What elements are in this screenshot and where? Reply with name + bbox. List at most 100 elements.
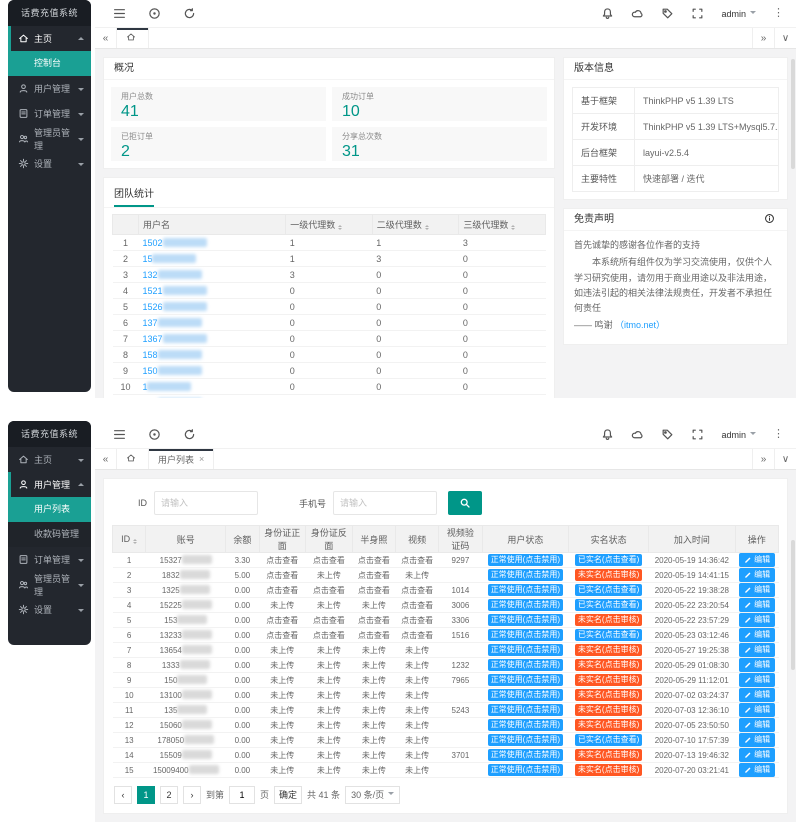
- jump-confirm-button[interactable]: 确定: [274, 786, 302, 804]
- phone-input[interactable]: [333, 491, 437, 515]
- tabs-scroll-right[interactable]: »: [752, 28, 774, 48]
- edit-button[interactable]: 编辑: [739, 733, 775, 747]
- tabs-menu[interactable]: ∨: [774, 28, 796, 48]
- clear-cache-icon[interactable]: [148, 7, 161, 20]
- tabs-scroll-left[interactable]: «: [95, 28, 117, 48]
- user-status-badge[interactable]: 正常使用(点击禁用): [488, 674, 563, 686]
- user-status-badge[interactable]: 正常使用(点击禁用): [488, 614, 563, 626]
- cloud-icon[interactable]: [631, 7, 644, 20]
- tab-home[interactable]: [117, 28, 149, 48]
- page-number[interactable]: 2: [160, 786, 178, 804]
- realname-status-badge[interactable]: 已实名(点击查看): [575, 554, 642, 566]
- username-link[interactable]: 150: [142, 366, 157, 376]
- half-photo-cell[interactable]: 点击查看: [352, 553, 395, 568]
- realname-status-badge[interactable]: 未实名(点击审核): [575, 569, 642, 581]
- more-icon[interactable]: ⋮: [773, 428, 784, 441]
- half-photo-cell[interactable]: 点击查看: [352, 613, 395, 628]
- edit-button[interactable]: 编辑: [739, 673, 775, 687]
- scrollbar[interactable]: [791, 59, 795, 169]
- user-status-badge[interactable]: 正常使用(点击禁用): [488, 659, 563, 671]
- sortable-column-header[interactable]: ID: [113, 526, 146, 553]
- user-status-badge[interactable]: 正常使用(点击禁用): [488, 704, 563, 716]
- user-status-badge[interactable]: 正常使用(点击禁用): [488, 734, 563, 746]
- video-cell[interactable]: 点击查看: [396, 553, 439, 568]
- realname-status-badge[interactable]: 已实名(点击查看): [575, 734, 642, 746]
- sortable-column-header[interactable]: 二级代理数: [372, 215, 459, 235]
- sort-icon[interactable]: [338, 225, 342, 230]
- half-photo-cell[interactable]: 点击查看: [352, 628, 395, 643]
- idcard-back-cell[interactable]: 点击查看: [306, 553, 353, 568]
- sidebar-item[interactable]: 设置: [8, 151, 91, 176]
- tab-close-icon[interactable]: ×: [199, 454, 204, 464]
- sort-icon[interactable]: [425, 225, 429, 230]
- sidebar-item[interactable]: 用户管理: [8, 76, 91, 101]
- edit-button[interactable]: 编辑: [739, 583, 775, 597]
- clear-cache-icon[interactable]: [148, 428, 161, 441]
- tabs-scroll-left[interactable]: «: [95, 449, 117, 469]
- cloud-icon[interactable]: [631, 428, 644, 441]
- username-link[interactable]: 137: [142, 318, 157, 328]
- menu-fold-icon[interactable]: [113, 428, 126, 441]
- realname-status-badge[interactable]: 未实名(点击审核): [575, 689, 642, 701]
- menu-fold-icon[interactable]: [113, 7, 126, 20]
- user-status-badge[interactable]: 正常使用(点击禁用): [488, 584, 563, 596]
- disclaimer-link[interactable]: （itmo.net）: [615, 320, 665, 330]
- sidebar-item[interactable]: 主页: [8, 447, 91, 472]
- tab-user-list[interactable]: 用户列表 ×: [149, 449, 214, 469]
- video-cell[interactable]: 点击查看: [396, 598, 439, 613]
- idcard-back-cell[interactable]: 点击查看: [306, 628, 353, 643]
- idcard-back-cell[interactable]: 点击查看: [306, 583, 353, 598]
- idcard-front-cell[interactable]: 点击查看: [259, 583, 306, 598]
- video-cell[interactable]: 点击查看: [396, 628, 439, 643]
- realname-status-badge[interactable]: 未实名(点击审核): [575, 614, 642, 626]
- realname-status-badge[interactable]: 未实名(点击审核): [575, 659, 642, 671]
- sidebar-item[interactable]: 订单管理: [8, 547, 91, 572]
- edit-button[interactable]: 编辑: [739, 703, 775, 717]
- id-input[interactable]: [154, 491, 258, 515]
- edit-button[interactable]: 编辑: [739, 718, 775, 732]
- fullscreen-icon[interactable]: [691, 7, 704, 20]
- tag-icon[interactable]: [661, 428, 674, 441]
- user-status-badge[interactable]: 正常使用(点击禁用): [488, 719, 563, 731]
- idcard-front-cell[interactable]: 点击查看: [259, 568, 306, 583]
- edit-button[interactable]: 编辑: [739, 598, 775, 612]
- edit-button[interactable]: 编辑: [739, 553, 775, 567]
- idcard-back-cell[interactable]: 点击查看: [306, 613, 353, 628]
- edit-button[interactable]: 编辑: [739, 568, 775, 582]
- user-status-badge[interactable]: 正常使用(点击禁用): [488, 599, 563, 611]
- realname-status-badge[interactable]: 未实名(点击审核): [575, 719, 642, 731]
- username-link[interactable]: 1502: [142, 238, 162, 248]
- sidebar-item[interactable]: 用户管理: [8, 472, 91, 497]
- page-number[interactable]: 1: [137, 786, 155, 804]
- edit-button[interactable]: 编辑: [739, 688, 775, 702]
- realname-status-badge[interactable]: 未实名(点击审核): [575, 674, 642, 686]
- idcard-front-cell[interactable]: 点击查看: [259, 553, 306, 568]
- per-page-select[interactable]: 30 条/页: [345, 786, 400, 804]
- user-status-badge[interactable]: 正常使用(点击禁用): [488, 689, 563, 701]
- sort-icon[interactable]: [511, 225, 515, 230]
- sortable-column-header[interactable]: 三级代理数: [459, 215, 546, 235]
- refresh-icon[interactable]: [183, 428, 196, 441]
- username-link[interactable]: 1367: [142, 334, 162, 344]
- half-photo-cell[interactable]: 点击查看: [352, 568, 395, 583]
- search-button[interactable]: [448, 491, 482, 515]
- team-tab[interactable]: 团队统计: [104, 178, 554, 208]
- realname-status-badge[interactable]: 已实名(点击查看): [575, 629, 642, 641]
- video-cell[interactable]: 点击查看: [396, 613, 439, 628]
- more-icon[interactable]: ⋮: [773, 7, 784, 20]
- username-link[interactable]: 1521: [142, 286, 162, 296]
- scrollbar[interactable]: [791, 540, 795, 670]
- realname-status-badge[interactable]: 未实名(点击审核): [575, 764, 642, 776]
- idcard-front-cell[interactable]: 点击查看: [259, 613, 306, 628]
- tabs-menu[interactable]: ∨: [774, 449, 796, 469]
- edit-button[interactable]: 编辑: [739, 628, 775, 642]
- edit-button[interactable]: 编辑: [739, 658, 775, 672]
- tab-home[interactable]: [117, 449, 149, 469]
- bell-icon[interactable]: [601, 428, 614, 441]
- sort-icon[interactable]: [133, 539, 137, 544]
- fullscreen-icon[interactable]: [691, 428, 704, 441]
- user-status-badge[interactable]: 正常使用(点击禁用): [488, 749, 563, 761]
- sidebar-subitem[interactable]: 收款码管理: [8, 522, 91, 547]
- user-status-badge[interactable]: 正常使用(点击禁用): [488, 569, 563, 581]
- username-link[interactable]: 1526: [142, 302, 162, 312]
